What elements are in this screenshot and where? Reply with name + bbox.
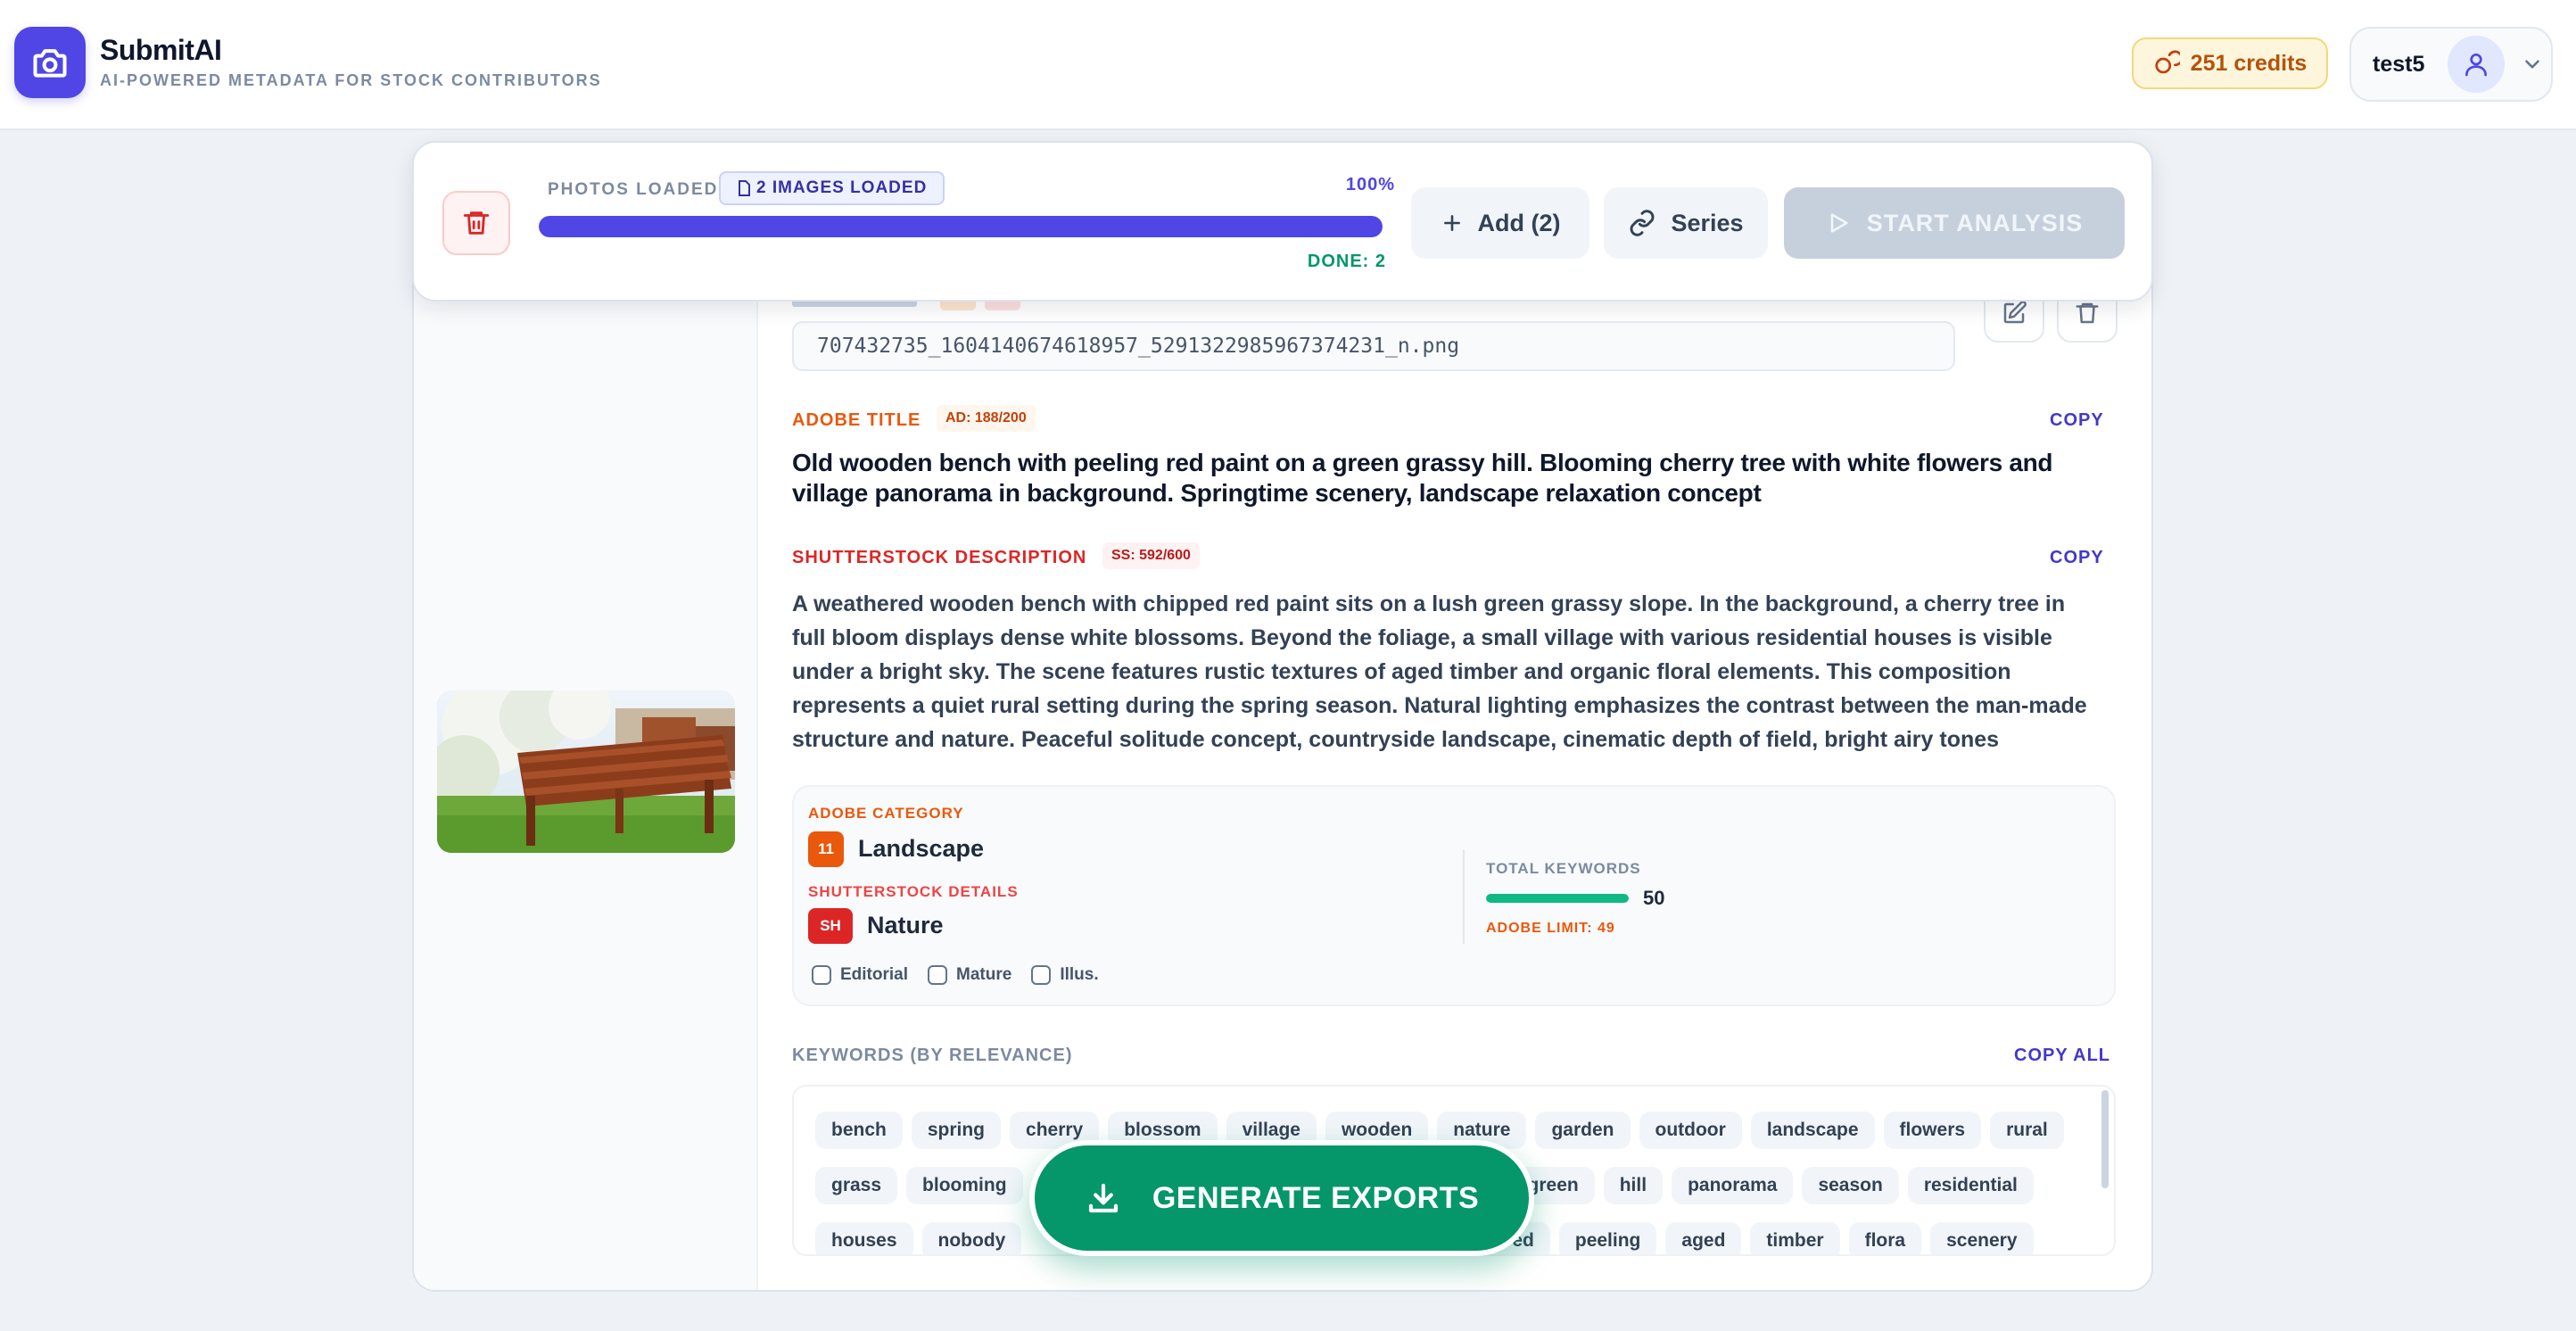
credits-badge[interactable]: 251 credits (2132, 37, 2328, 89)
keyword-chip[interactable]: panorama (1672, 1167, 1794, 1204)
thumbnail-column (414, 143, 758, 1290)
keyword-chip[interactable]: garden (1535, 1112, 1631, 1149)
app-title: SubmitAI (100, 34, 222, 66)
add-images-button[interactable]: Add (2) (1411, 187, 1589, 259)
adobe-title-text[interactable]: Old wooden bench with peeling red paint … (792, 448, 2076, 508)
start-analysis-button[interactable]: START ANALYSIS (1784, 187, 2125, 259)
adobe-title-label: ADOBE TITLE (792, 410, 921, 430)
chevron-down-icon[interactable] (2521, 53, 2544, 76)
username: test5 (2373, 51, 2425, 77)
keyword-chip[interactable]: flowers (1883, 1112, 1982, 1149)
adobe-category-label: ADOBE CATEGORY (808, 805, 964, 822)
illustration-checkbox[interactable]: Illus. (1031, 965, 1099, 985)
keyword-chip[interactable]: hill (1603, 1167, 1664, 1204)
keyword-chip[interactable]: flora (1848, 1222, 1922, 1254)
shutterstock-category-code: SH (808, 908, 853, 944)
keyword-chip[interactable]: aged (1665, 1222, 1742, 1254)
divider (1463, 849, 1465, 944)
keyword-chip[interactable]: landscape (1750, 1112, 1875, 1149)
shutterstock-desc-text[interactable]: A weathered wooden bench with chipped re… (792, 587, 2094, 756)
filename-input[interactable]: 707432735_1604140674618957_5291322985967… (792, 321, 1955, 371)
copy-desc-button[interactable]: COPY (2050, 548, 2104, 568)
keyword-chip[interactable]: grass (815, 1167, 898, 1204)
progress-bar (539, 216, 1383, 237)
user-icon (2448, 36, 2506, 93)
shutterstock-category-name[interactable]: Nature (867, 912, 944, 939)
keywords-label: KEYWORDS (BY RELEVANCE) (792, 1046, 1073, 1065)
image-thumbnail[interactable] (437, 690, 735, 853)
keyword-count-fill (1486, 894, 1629, 903)
checkbox-box[interactable] (928, 965, 948, 985)
editorial-checkbox[interactable]: Editorial (812, 965, 908, 985)
edit-icon (2001, 300, 2027, 327)
keyword-chip[interactable]: season (1802, 1167, 1899, 1204)
keyword-count-bar (1486, 894, 1629, 903)
play-icon (1826, 211, 1851, 236)
trash-icon (2074, 300, 2101, 327)
keyword-chip[interactable]: bench (815, 1112, 903, 1149)
content-flags: Editorial Mature Illus. (812, 965, 1099, 985)
link-icon (1628, 209, 1656, 237)
keyword-chip[interactable]: blooming (906, 1167, 1023, 1204)
keywords-scrollbar[interactable] (2101, 1090, 2109, 1188)
app-header: SubmitAI AI-POWERED METADATA FOR STOCK C… (0, 0, 2576, 130)
upload-toolbar: PHOTOS LOADED 2 IMAGES LOADED 100% DONE:… (412, 141, 2153, 302)
keyword-chip[interactable]: nobody (921, 1222, 1022, 1254)
checkbox-box[interactable] (812, 965, 831, 985)
clear-all-button[interactable] (442, 191, 510, 255)
keyword-chip[interactable]: residential (1907, 1167, 2034, 1204)
shutterstock-desc-counter: SS: 592/600 (1102, 542, 1200, 569)
trash-icon (461, 208, 491, 238)
credits-count: 251 credits (2190, 50, 2308, 76)
coins-icon (2153, 50, 2180, 77)
adobe-limit-label: ADOBE LIMIT: 49 (1486, 921, 1615, 936)
keyword-chip[interactable]: timber (1750, 1222, 1840, 1254)
copy-title-button[interactable]: COPY (2050, 410, 2104, 431)
keyword-chip[interactable]: rural (1990, 1112, 2064, 1149)
progress-fill (539, 216, 1383, 237)
total-keywords-label: TOTAL KEYWORDS (1486, 860, 1641, 877)
adobe-category-name[interactable]: Landscape (858, 835, 984, 863)
photos-loaded-label: PHOTOS LOADED (548, 180, 719, 199)
generate-exports-button[interactable]: GENERATE EXPORTS (1029, 1140, 1534, 1256)
download-icon (1085, 1179, 1122, 1217)
user-menu[interactable]: test5 (2349, 27, 2553, 102)
file-icon (737, 180, 751, 196)
keyword-chip[interactable]: peeling (1558, 1222, 1657, 1254)
shutterstock-desc-label: SHUTTERSTOCK DESCRIPTION (792, 548, 1087, 567)
camera-icon[interactable] (14, 27, 86, 98)
shutterstock-details-label: SHUTTERSTOCK DETAILS (808, 883, 1019, 900)
done-count: DONE: 2 (1307, 252, 1386, 271)
keyword-chip[interactable]: spring (911, 1112, 1002, 1149)
keyword-chip[interactable]: outdoor (1639, 1112, 1742, 1149)
total-keywords-count: 50 (1643, 887, 1665, 909)
adobe-category-code: 11 (808, 831, 844, 867)
progress-percent: 100% (1345, 175, 1395, 194)
checkbox-box[interactable] (1031, 965, 1052, 985)
series-button[interactable]: Series (1604, 187, 1768, 259)
plus-icon (1441, 211, 1464, 235)
mature-checkbox[interactable]: Mature (928, 965, 1011, 985)
keyword-chip[interactable]: houses (815, 1222, 913, 1254)
copy-all-keywords-button[interactable]: COPY ALL (2014, 1046, 2110, 1066)
images-loaded-badge: 2 IMAGES LOADED (719, 171, 945, 205)
keyword-chip[interactable]: scenery (1930, 1222, 2034, 1254)
adobe-title-counter: AD: 188/200 (937, 405, 1036, 432)
app-tagline: AI-POWERED METADATA FOR STOCK CONTRIBUTO… (100, 71, 602, 89)
category-panel: ADOBE CATEGORY 11 Landscape SHUTTERSTOCK… (792, 785, 2116, 1006)
